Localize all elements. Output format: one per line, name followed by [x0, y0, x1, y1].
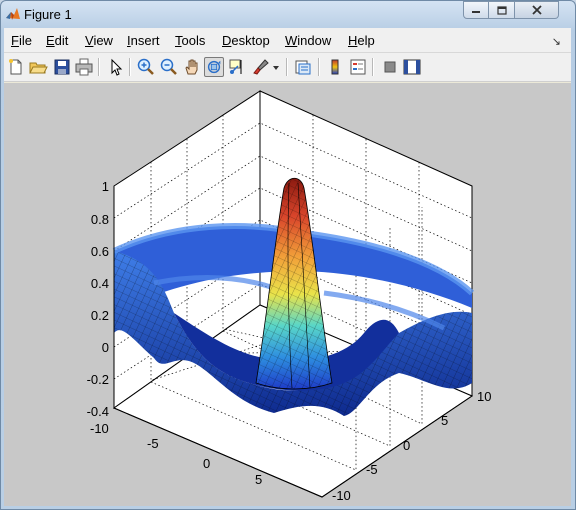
toolbar-separator	[286, 58, 288, 76]
z-tick: 0.8	[90, 212, 109, 227]
x-tick: 5	[255, 472, 263, 487]
colorbar-icon[interactable]	[325, 57, 345, 77]
z-tick: -0.2	[86, 372, 109, 387]
z-tick: 1	[101, 179, 109, 194]
maximize-button[interactable]	[489, 1, 515, 19]
save-icon[interactable]	[52, 57, 72, 77]
show-plot-tools-icon[interactable]	[402, 57, 422, 77]
menu-file[interactable]: File	[11, 33, 32, 48]
y-tick: 0	[403, 438, 411, 453]
toolbar-separator	[372, 58, 374, 76]
dock-arrow-icon[interactable]: ↘	[552, 35, 561, 48]
menu-tools[interactable]: Tools	[175, 33, 205, 48]
x-tick: -10	[90, 421, 109, 436]
surface-plot[interactable]	[4, 83, 571, 506]
menu-bar: File Edit View Insert Tools Desktop Wind…	[4, 28, 571, 53]
edit-plot-icon[interactable]	[106, 57, 126, 77]
toolbar-separator	[129, 58, 131, 76]
print-icon[interactable]	[74, 57, 94, 77]
z-tick: -0.4	[86, 404, 109, 419]
figure-canvas[interactable]: 1 0.8 0.6 0.4 0.2 0 -0.2 -0.4 -10 -5 0 5…	[4, 83, 571, 506]
menu-desktop[interactable]: Desktop	[222, 33, 270, 48]
z-tick: 0	[101, 340, 109, 355]
toolbar-separator	[98, 58, 100, 76]
figure-window: Figure 1 File Edit View Insert Tools Des…	[0, 0, 576, 510]
figure-client: File Edit View Insert Tools Desktop Wind…	[4, 28, 571, 506]
chevron-down-icon[interactable]	[270, 57, 282, 77]
close-button[interactable]	[515, 1, 559, 19]
zoom-in-icon[interactable]	[136, 57, 156, 77]
menu-view[interactable]: View	[85, 33, 113, 48]
z-tick: 0.6	[90, 244, 109, 259]
close-icon	[531, 5, 542, 15]
toolbar-separator	[318, 58, 320, 76]
zoom-out-icon[interactable]	[159, 57, 179, 77]
title-bar[interactable]: Figure 1	[1, 1, 575, 27]
maximize-icon	[496, 5, 507, 15]
hide-plot-tools-icon[interactable]	[380, 57, 400, 77]
x-tick: 0	[203, 456, 211, 471]
menu-help[interactable]: Help	[348, 33, 375, 48]
y-tick: 5	[441, 413, 449, 428]
y-tick: -10	[332, 488, 351, 503]
figure-toolbar	[4, 53, 571, 82]
matlab-icon	[6, 8, 20, 20]
y-tick: -5	[366, 462, 378, 477]
link-plot-icon[interactable]	[293, 57, 313, 77]
y-tick: 10	[477, 389, 492, 404]
menu-window[interactable]: Window	[285, 33, 331, 48]
menu-edit[interactable]: Edit	[46, 33, 68, 48]
window-title: Figure 1	[24, 7, 72, 22]
z-tick: 0.2	[90, 308, 109, 323]
minimize-icon	[472, 11, 480, 13]
brush-icon[interactable]	[251, 57, 271, 77]
new-figure-icon[interactable]	[6, 57, 26, 77]
legend-icon[interactable]	[348, 57, 368, 77]
open-file-icon[interactable]	[28, 57, 48, 77]
pan-icon[interactable]	[182, 57, 202, 77]
menu-insert[interactable]: Insert	[127, 33, 160, 48]
rotate-3d-icon[interactable]	[204, 57, 224, 77]
x-tick: -5	[147, 436, 159, 451]
z-tick: 0.4	[90, 276, 109, 291]
data-cursor-icon[interactable]	[228, 57, 248, 77]
minimize-button[interactable]	[463, 1, 489, 19]
